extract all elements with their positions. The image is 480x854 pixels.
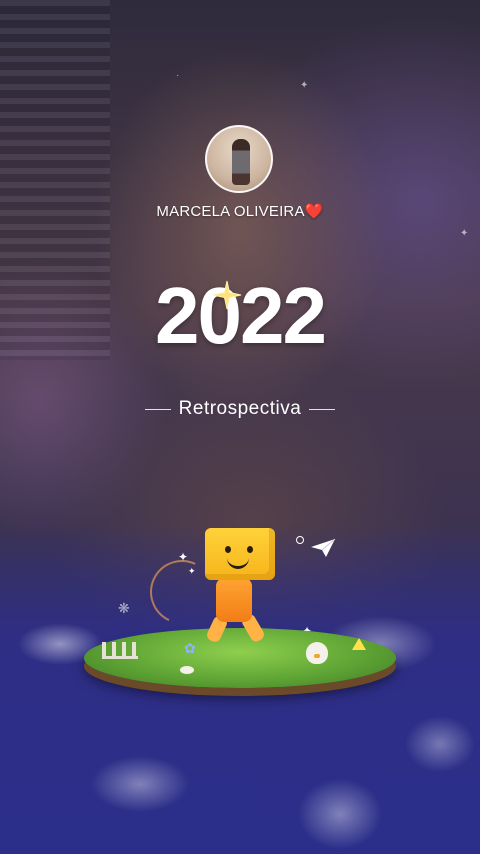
sparkle-star-icon	[212, 280, 242, 310]
sparkle-icon: ✦	[178, 550, 189, 564]
mascot-character	[202, 528, 282, 648]
paper-plane-icon	[311, 538, 336, 557]
subtitle-label: Retrospectiva	[178, 398, 302, 419]
subtitle-row: Retrospectiva	[0, 396, 480, 422]
bird-icon	[306, 642, 328, 664]
mascot-head	[205, 528, 275, 580]
mascot-eye	[247, 546, 253, 553]
sparkle-icon: ·	[176, 70, 180, 81]
sparkle-icon: ✦	[300, 80, 309, 91]
avatar[interactable]	[205, 125, 273, 193]
fence	[102, 642, 138, 659]
sparkle-icon: ✦	[460, 228, 469, 239]
stone	[180, 666, 194, 674]
ring-icon	[296, 536, 304, 544]
mascot-smile	[227, 556, 249, 569]
mascot-illustration: ✦ ✦ ✦ ✿	[80, 520, 400, 700]
username-label: MARCELA OLIVEIRA❤️	[156, 203, 324, 220]
flower-icon: ✿	[184, 640, 196, 656]
mascot-body	[216, 578, 252, 622]
mascot-eye	[225, 546, 231, 553]
divider-left	[144, 408, 171, 410]
avatar-figure	[232, 139, 250, 185]
sparkle-icon: ✦	[188, 566, 196, 576]
divider-right	[309, 408, 336, 410]
